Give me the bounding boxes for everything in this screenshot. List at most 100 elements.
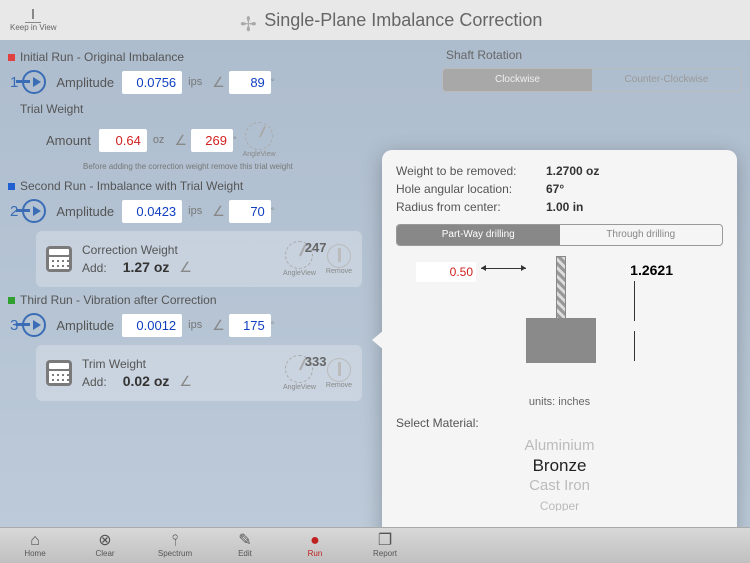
amount-label: Amount — [46, 133, 91, 148]
correction-value: 1.27 oz — [123, 259, 170, 275]
angle-input[interactable] — [229, 314, 271, 337]
depth-dimension-line — [634, 281, 635, 321]
section-title: Trial Weight — [20, 102, 83, 116]
drill-diameter-input[interactable] — [416, 262, 476, 282]
trim-title: Trim Weight — [82, 357, 277, 371]
home-button[interactable]: ⌂Home — [0, 528, 70, 563]
document-icon: ❐ — [378, 533, 392, 549]
keep-in-view-label: Keep in View — [10, 23, 57, 32]
trim-weight-box: Trim Weight Add: 0.02 oz∠ 333AngleView R… — [36, 345, 362, 401]
runs-panel: Initial Run - Original Imbalance 1 Ampli… — [0, 40, 370, 417]
unit-label: ips — [188, 76, 202, 88]
crosshair-icon: ✢ — [240, 12, 257, 37]
rotation-label: Shaft Rotation — [446, 48, 742, 62]
select-material-label: Select Material: — [396, 416, 723, 430]
section-title: Second Run - Imbalance with Trial Weight — [20, 179, 243, 193]
angle-symbol: ∠ — [212, 74, 225, 91]
angle-view-button[interactable]: 333AngleView — [283, 355, 316, 391]
hole-label: Hole angular location: — [396, 182, 546, 196]
drill-bit-icon — [556, 256, 566, 326]
third-run-section: Third Run - Vibration after Correction 3… — [8, 293, 362, 337]
amplitude-input[interactable] — [122, 314, 182, 337]
edit-icon: ✎ — [238, 533, 251, 549]
spectrum-button[interactable]: ⫯Spectrum — [140, 528, 210, 563]
weight-value: 1.2700 oz — [546, 164, 599, 178]
amplitude-label: Amplitude — [56, 318, 114, 333]
weight-label: Weight to be removed: — [396, 164, 546, 178]
material-picker[interactable]: Aluminium Bronze Cast Iron Copper — [396, 436, 723, 511]
trial-amount-input[interactable] — [99, 129, 147, 152]
home-icon: ⌂ — [30, 533, 40, 549]
angle-symbol: ∠ — [174, 132, 187, 149]
unit-label: ips — [188, 319, 202, 331]
picker-item[interactable]: Cast Iron — [396, 476, 723, 496]
depth-value: 1.2621 — [630, 262, 673, 278]
edit-button[interactable]: ✎Edit — [210, 528, 280, 563]
hole-value: 67° — [546, 182, 564, 196]
angle-view-button[interactable]: 247AngleView — [283, 241, 316, 277]
run-arrow-icon[interactable] — [22, 199, 46, 223]
add-label: Add: — [82, 261, 107, 275]
unit-label: ips — [188, 205, 202, 217]
blue-marker-icon — [8, 183, 15, 190]
green-marker-icon — [8, 297, 15, 304]
amplitude-input[interactable] — [122, 200, 182, 223]
part-way-option[interactable]: Part-Way drilling — [397, 225, 560, 245]
calculator-icon — [46, 360, 72, 386]
trial-note: Before adding the correction weight remo… — [83, 162, 362, 171]
run-button[interactable]: ●Run — [280, 528, 350, 563]
report-button[interactable]: ❐Report — [350, 528, 420, 563]
picker-item[interactable]: Aluminium — [396, 436, 723, 456]
shaft-rotation-panel: Shaft Rotation Clockwise Counter-Clockwi… — [442, 48, 742, 92]
radius-label: Radius from center: — [396, 200, 546, 214]
through-option[interactable]: Through drilling — [560, 225, 723, 245]
trial-weight-section: Trial Weight Amount oz ∠ ° AngleView Bef… — [8, 102, 362, 171]
degree-symbol: ° — [233, 135, 237, 145]
clear-button[interactable]: ⊗Clear — [70, 528, 140, 563]
remove-weight-popup: Weight to be removed:1.2700 oz Hole angu… — [382, 150, 737, 540]
add-label: Add: — [82, 375, 107, 389]
picker-item[interactable]: Copper — [396, 496, 723, 511]
angle-symbol: ∠ — [212, 317, 225, 334]
calculator-icon — [46, 246, 72, 272]
amplitude-input[interactable] — [122, 71, 182, 94]
drilling-mode-segmented[interactable]: Part-Way drilling Through drilling — [396, 224, 723, 246]
section-title: Third Run - Vibration after Correction — [20, 293, 217, 307]
angle-view-button[interactable]: AngleView — [243, 122, 276, 158]
correction-weight-box: Correction Weight Add: 1.27 oz∠ 247Angle… — [36, 231, 362, 287]
degree-symbol: ° — [271, 320, 275, 330]
keep-in-view-button[interactable]: Keep in View — [10, 9, 57, 32]
amplitude-label: Amplitude — [56, 204, 114, 219]
rotation-segmented-control[interactable]: Clockwise Counter-Clockwise — [442, 68, 742, 92]
picker-item-selected[interactable]: Bronze — [396, 456, 723, 476]
amplitude-label: Amplitude — [56, 75, 114, 90]
main-content: Initial Run - Original Imbalance 1 Ampli… — [0, 40, 750, 527]
section-title: Initial Run - Original Imbalance — [20, 50, 184, 64]
spectrum-mini-icon — [25, 9, 41, 23]
remove-button[interactable]: Remove — [326, 358, 352, 389]
run-arrow-icon[interactable] — [22, 70, 46, 94]
degree-symbol: ° — [271, 206, 275, 216]
angle-input[interactable] — [229, 71, 271, 94]
initial-run-section: Initial Run - Original Imbalance 1 Ampli… — [8, 50, 362, 94]
play-circle-icon: ● — [310, 533, 320, 549]
remove-button[interactable]: Remove — [326, 244, 352, 275]
drilling-diagram: 1.2621 — [396, 256, 723, 386]
clockwise-option[interactable]: Clockwise — [443, 69, 592, 91]
run-arrow-icon[interactable] — [22, 313, 46, 337]
red-marker-icon — [8, 54, 15, 61]
degree-symbol: ° — [271, 77, 275, 87]
bottom-toolbar: ⌂Home ⊗Clear ⫯Spectrum ✎Edit ●Run ❐Repor… — [0, 527, 750, 563]
angle-input[interactable] — [229, 200, 271, 223]
trim-value: 0.02 oz — [123, 373, 170, 389]
diameter-dimension-line — [481, 268, 526, 269]
trial-angle-input[interactable] — [191, 129, 233, 152]
page-title: Single-Plane Imbalance Correction — [67, 10, 740, 31]
units-label: units: inches — [396, 396, 723, 408]
correction-title: Correction Weight — [82, 243, 277, 257]
unit-label: oz — [153, 134, 165, 146]
close-circle-icon: ⊗ — [98, 533, 111, 549]
counter-clockwise-option[interactable]: Counter-Clockwise — [592, 69, 741, 91]
app-header: Keep in View ✢ Single-Plane Imbalance Co… — [0, 0, 750, 40]
material-block-icon — [526, 318, 596, 363]
